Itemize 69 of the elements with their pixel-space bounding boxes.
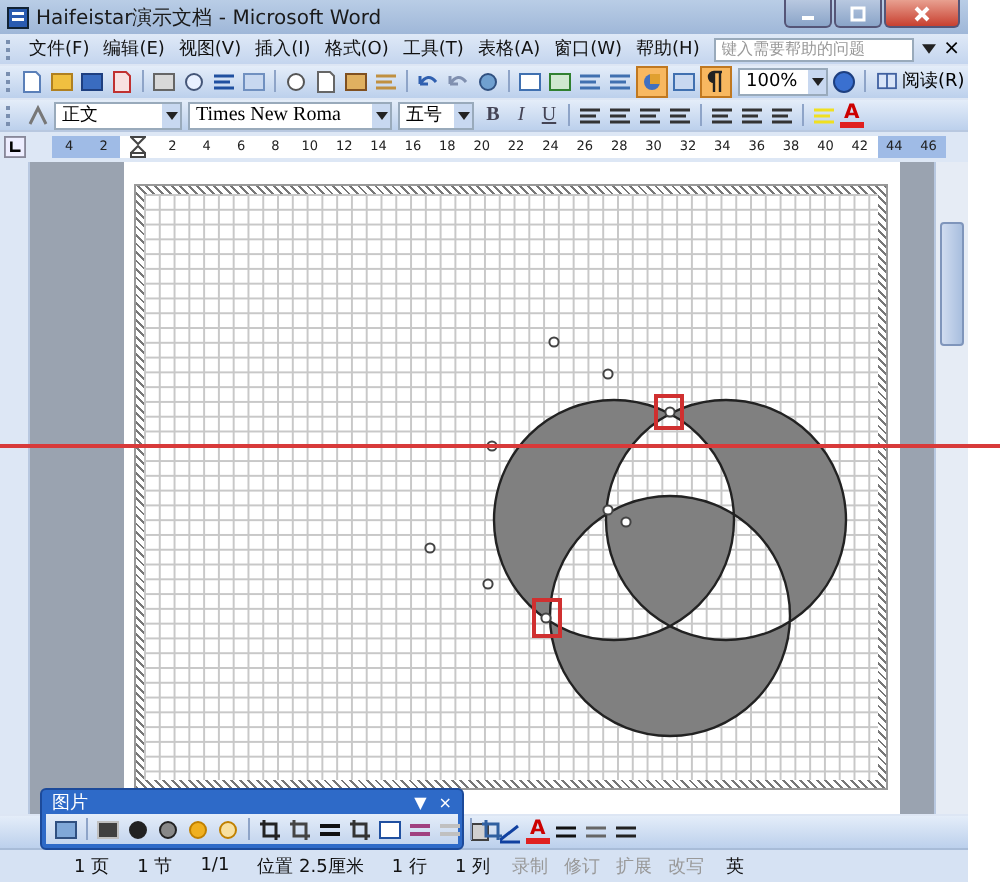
document-icon[interactable] (108, 67, 136, 96)
selection-handle[interactable] (664, 406, 676, 418)
italic-button[interactable]: I (508, 104, 534, 127)
close-help-button[interactable]: × (943, 39, 960, 60)
bold-button[interactable]: B (480, 104, 506, 127)
zoom-dropdown[interactable]: 100% (738, 67, 828, 96)
status-item: 改写 (666, 855, 707, 880)
menu-item[interactable]: 表格(A) (470, 36, 548, 63)
status-item: 修订 (562, 855, 603, 880)
menu-item[interactable]: 编辑(E) (96, 36, 172, 63)
status-item: 1 节 (135, 855, 175, 880)
dropdown-arrow-icon (457, 111, 469, 120)
crop-icon[interactable] (256, 815, 284, 843)
window-title: Haifeistar演示文档 - Microsoft Word (36, 5, 384, 32)
menu-item[interactable]: 窗口(W) (547, 36, 630, 63)
text-wrap-icon[interactable] (376, 815, 404, 843)
menu-item[interactable]: 帮助(H) (629, 36, 707, 63)
close-button[interactable]: × (438, 794, 452, 812)
dropdown-arrow-icon (811, 77, 823, 86)
toolbar-options-button[interactable]: ▼ (414, 794, 427, 812)
maximize-icon (848, 5, 868, 21)
status-item: 1 行 (389, 855, 429, 880)
highlight-box (654, 394, 684, 430)
tab-selector-icon[interactable] (4, 136, 26, 159)
highlight-box (532, 598, 562, 638)
help-icon[interactable] (830, 67, 858, 96)
paragraph-marks-button[interactable] (700, 65, 732, 98)
dropdown-arrow-icon (375, 111, 387, 120)
selection-handle[interactable] (602, 368, 614, 380)
status-item: 1 页 (72, 855, 112, 880)
paragraph-mark-icon (704, 69, 728, 94)
drawing-toggle-button[interactable] (636, 65, 668, 98)
copy-icon[interactable] (312, 67, 340, 96)
minimize-button[interactable] (784, 0, 832, 28)
close-button[interactable] (884, 0, 960, 28)
toolbar-title: 图片 (52, 791, 90, 816)
selection-handle[interactable] (540, 612, 552, 624)
status-item: 扩展 (614, 855, 655, 880)
table-icon[interactable] (516, 67, 544, 96)
menu-item[interactable]: 插入(I) (248, 36, 318, 63)
status-item: 英 (724, 855, 747, 880)
help-search-field[interactable]: 键入需要帮助的问题 (713, 37, 914, 62)
selection-handle[interactable] (482, 578, 494, 590)
selection-handle[interactable] (424, 542, 436, 554)
sheet-icon[interactable] (546, 67, 574, 96)
close-icon (912, 5, 932, 21)
font-dropdown[interactable]: Times New Roma (188, 101, 392, 130)
style-dropdown[interactable]: 正文 (54, 101, 182, 130)
menu-item[interactable]: 视图(V) (171, 36, 249, 63)
indent-marker-icon[interactable] (129, 136, 146, 159)
page-icon[interactable] (18, 67, 46, 96)
status-item: 位置 2.5厘米 (255, 855, 366, 880)
maximize-button[interactable] (834, 0, 882, 28)
shapes-icon (640, 69, 664, 94)
menu-item[interactable]: 工具(T) (395, 36, 471, 63)
underline-button[interactable]: U (536, 104, 562, 127)
status-item: 1/1 (198, 856, 232, 877)
picture-icon[interactable] (52, 815, 80, 843)
menu-item[interactable]: 格式(O) (317, 36, 396, 63)
document-icon (6, 5, 30, 30)
selection-handle[interactable] (548, 336, 560, 348)
status-item: 1 列 (452, 855, 493, 880)
dropdown-arrow-icon (165, 111, 177, 120)
font-size-dropdown[interactable]: 五号 (398, 101, 474, 130)
scroll-bar[interactable] (934, 162, 968, 814)
status-item: 录制 (510, 855, 551, 880)
menu-item[interactable]: 文件(F) (22, 36, 97, 63)
dropdown-arrow-icon[interactable] (921, 44, 936, 55)
read-button[interactable]: 阅读(R) (872, 68, 969, 95)
